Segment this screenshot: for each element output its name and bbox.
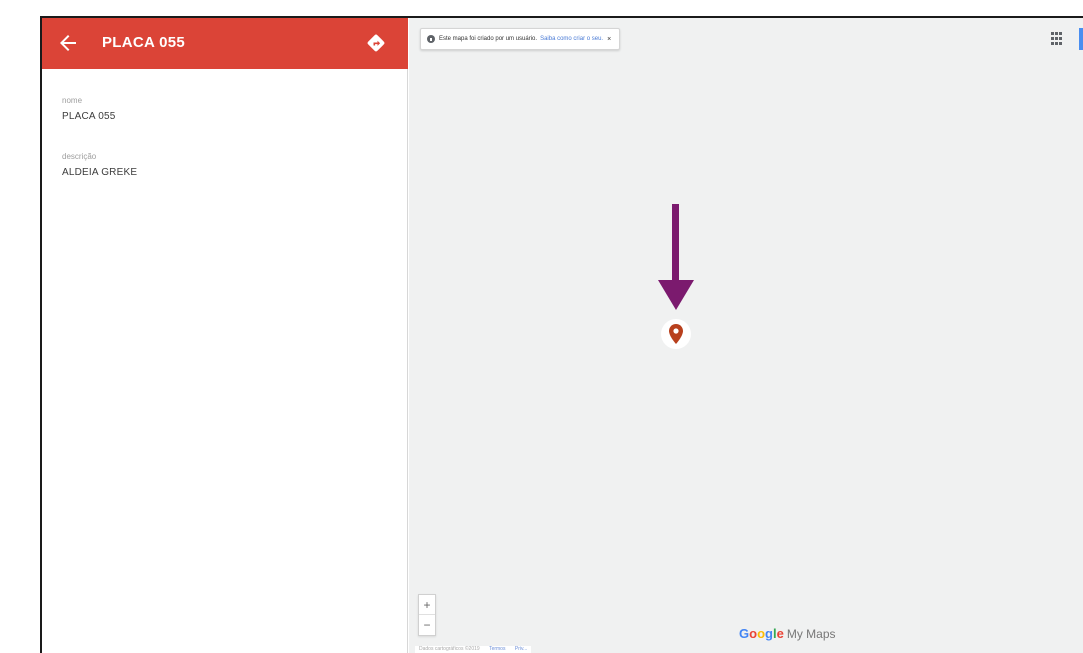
- name-value: PLACA 055: [62, 111, 116, 122]
- name-field: nome PLACA 055: [62, 96, 116, 122]
- name-label: nome: [62, 96, 83, 105]
- apps-grid-icon[interactable]: [1051, 32, 1065, 46]
- zoom-in-button[interactable]: +: [419, 595, 435, 615]
- directions-icon[interactable]: [364, 31, 388, 55]
- zoom-control: + −: [418, 594, 436, 636]
- back-arrow-icon[interactable]: [56, 31, 80, 55]
- description-value: ALDEIA GREKE: [62, 167, 138, 178]
- user-map-notice: Este mapa foi criado por um usuário. Sai…: [420, 28, 621, 50]
- terms-link[interactable]: Termos: [489, 646, 505, 652]
- map-attribution: Dados cartográficos ©2019 Termos Priv...: [415, 646, 532, 653]
- zoom-out-button[interactable]: −: [419, 615, 435, 635]
- my-maps-wordmark: My Maps: [786, 627, 836, 641]
- google-wordmark: Google: [739, 626, 784, 641]
- map-pin-icon: [669, 324, 683, 344]
- app-window: PLACA 055 nome PLACA 055 descrição ALDEI…: [40, 16, 1083, 653]
- sign-in-button-edge[interactable]: [1079, 28, 1083, 50]
- info-icon: [427, 35, 435, 43]
- privacy-link[interactable]: Priv...: [515, 646, 527, 652]
- sidebar: PLACA 055 nome PLACA 055 descrição ALDEI…: [42, 18, 408, 653]
- description-label: descrição: [62, 152, 97, 161]
- description-field: descrição ALDEIA GREKE: [62, 152, 137, 178]
- annotation-down-arrow: [658, 204, 694, 310]
- notice-learn-link[interactable]: Saiba como criar o seu.: [540, 36, 603, 42]
- map-pin-marker[interactable]: [661, 319, 691, 349]
- map-canvas[interactable]: Este mapa foi criado por um usuário. Sai…: [409, 18, 1083, 653]
- attribution-text: Dados cartográficos ©2019: [419, 646, 480, 652]
- google-my-maps-logo: Google My Maps: [739, 626, 836, 641]
- feature-title: PLACA 055: [102, 34, 186, 51]
- sidebar-header: PLACA 055: [42, 18, 408, 69]
- notice-close-button[interactable]: ×: [607, 36, 611, 43]
- notice-text: Este mapa foi criado por um usuário.: [439, 36, 538, 42]
